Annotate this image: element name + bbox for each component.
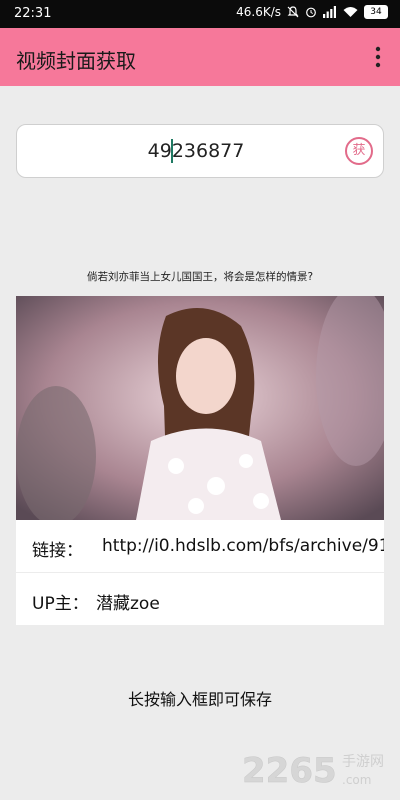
uploader-value: 潜藏zoe [96, 594, 160, 614]
save-hint: 长按输入框即可保存 [127, 690, 272, 709]
watermark-logo: 2265 手游网 .com [242, 751, 384, 792]
signal-icon [323, 6, 336, 18]
cover-illustration [16, 296, 384, 520]
wifi-icon [343, 7, 358, 17]
link-label: 链接： [32, 541, 83, 561]
fetch-button[interactable]: 获 [345, 137, 373, 165]
video-title: 倘若刘亦菲当上女儿国国王，将会是怎样的情景? [86, 271, 314, 283]
watermark-number: 2265 [242, 751, 337, 791]
alarm-icon [306, 7, 316, 18]
status-icons: 46.6K/s 34 [236, 5, 388, 19]
text-cursor [171, 139, 173, 163]
status-bar: 22:31 46.6K/s 34 [0, 0, 400, 28]
link-row[interactable]: 链接： http://i0.hdslb.com/bfs/archive/911 [16, 520, 384, 572]
network-speed: 46.6K/s [236, 5, 281, 19]
app-bar: 视频封面获取 [0, 28, 400, 86]
status-time: 22:31 [14, 6, 52, 21]
uploader-label: UP主： [32, 594, 89, 614]
watermark-text: 手游网 [342, 754, 384, 770]
video-cover-image[interactable] [16, 296, 384, 520]
uploader-row: UP主： 潜藏zoe [16, 573, 384, 625]
watermark-url: .com [342, 773, 371, 787]
more-options-icon[interactable] [366, 44, 390, 70]
link-value[interactable]: http://i0.hdslb.com/bfs/archive/911 [102, 536, 384, 556]
bell-muted-icon [287, 6, 299, 18]
video-id-input-box[interactable]: 获 [16, 124, 384, 178]
battery-icon: 34 [364, 5, 388, 19]
app-title: 视频封面获取 [16, 49, 136, 73]
